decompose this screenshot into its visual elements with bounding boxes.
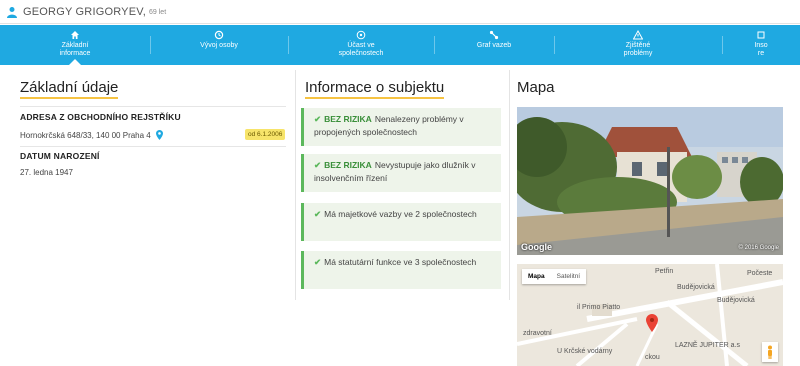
nav-divider bbox=[150, 36, 151, 54]
risk-badge: BEZ RIZIKA bbox=[324, 114, 372, 124]
column-divider bbox=[295, 70, 296, 300]
address-since-badge: od 6.1.2006 bbox=[245, 129, 286, 140]
street-view-photo[interactable]: Google © 2016 Google bbox=[517, 107, 783, 255]
info-card: ✔ BEZ RIZIKA Nenalezeny problémy v propoje… bbox=[301, 108, 501, 146]
street-view-pegman[interactable] bbox=[762, 342, 778, 362]
main-nav: Základní informace Vývoj osoby Účast ve … bbox=[0, 25, 800, 65]
street-label: Budějovická bbox=[677, 284, 715, 291]
insolvency-icon bbox=[757, 31, 765, 39]
street-label: ckou bbox=[645, 354, 660, 361]
street-label: Petřin bbox=[655, 268, 674, 275]
person-name: GEORGY GRIGORYEV, bbox=[23, 5, 147, 18]
birth-date-heading: DATUM NAROZENÍ bbox=[20, 151, 100, 161]
risk-badge: BEZ RIZIKA bbox=[324, 160, 372, 170]
check-icon: ✔ bbox=[314, 114, 322, 124]
street-view-image bbox=[517, 107, 783, 255]
basic-info-title: Základní údaje bbox=[20, 79, 119, 99]
check-icon: ✔ bbox=[314, 257, 322, 267]
street-label: U Krčské vodárny bbox=[557, 348, 613, 355]
card-text: Má statutární funkce ve 3 společnostech bbox=[324, 257, 477, 267]
divider bbox=[20, 146, 286, 147]
warning-icon bbox=[633, 30, 643, 40]
map-pin-icon[interactable] bbox=[155, 130, 163, 140]
history-icon bbox=[214, 30, 224, 40]
map-widget[interactable]: Mapa Satelitní Budějovická Budějovická P… bbox=[517, 264, 783, 366]
address-text: Hornokrčská 648/33, 140 00 Praha 4 bbox=[20, 130, 151, 140]
map-type-satellite[interactable]: Satelitní bbox=[551, 269, 587, 284]
pegman-icon bbox=[768, 345, 772, 359]
check-icon: ✔ bbox=[314, 160, 322, 170]
info-card: ✔ BEZ RIZIKA Nevystupuje jako dlužník v in… bbox=[301, 154, 501, 192]
street-label: Budějovická bbox=[717, 297, 755, 304]
location-marker-icon[interactable] bbox=[646, 314, 658, 332]
network-icon bbox=[356, 30, 366, 40]
photo-copyright: © 2016 Google bbox=[738, 245, 779, 251]
tab-basic-info[interactable]: Základní informace bbox=[0, 25, 150, 65]
user-icon bbox=[7, 6, 17, 18]
tab-detected-problems[interactable]: Zjištěné problémy bbox=[554, 25, 722, 65]
birth-date: 27. ledna 1947 bbox=[20, 168, 73, 177]
top-bar: GEORGY GRIGORYEV, 69 let bbox=[0, 0, 800, 24]
graph-icon bbox=[489, 30, 499, 40]
tab-company-participation[interactable]: Účast ve společnostech bbox=[288, 25, 434, 65]
map-type-toggle: Mapa Satelitní bbox=[522, 269, 587, 284]
person-age: 69 let bbox=[149, 9, 167, 16]
google-logo: Google bbox=[521, 242, 552, 252]
subject-info-title: Informace o subjektu bbox=[305, 79, 445, 99]
nav-divider bbox=[554, 36, 555, 54]
registry-address: Hornokrčská 648/33, 140 00 Praha 4 bbox=[20, 130, 163, 140]
home-icon bbox=[71, 31, 79, 39]
map-title: Mapa bbox=[517, 79, 555, 96]
nav-divider bbox=[288, 36, 289, 54]
divider bbox=[20, 106, 286, 107]
info-card: ✔ Má statutární funkce ve 3 společnostech bbox=[301, 251, 501, 289]
tab-insolvency[interactable]: Inso re bbox=[722, 25, 800, 65]
column-divider bbox=[509, 70, 510, 300]
card-text: Má majetkové vazby ve 2 společnostech bbox=[324, 209, 477, 219]
place-label: zdravotní bbox=[523, 330, 552, 337]
nav-divider bbox=[722, 36, 723, 54]
street-label: Počeste bbox=[747, 270, 773, 277]
tab-person-history[interactable]: Vývoj osoby bbox=[150, 25, 288, 65]
registry-address-heading: ADRESA Z OBCHODNÍHO REJSTŘÍKU bbox=[20, 112, 181, 122]
tab-relation-graph[interactable]: Graf vazeb bbox=[434, 25, 554, 65]
place-label: LAZNĚ JUPITER a.s bbox=[675, 342, 740, 349]
nav-divider bbox=[434, 36, 435, 54]
map-type-map[interactable]: Mapa bbox=[522, 269, 551, 284]
place-label: il Primo Piatto bbox=[577, 304, 621, 311]
info-card: ✔ Má majetkové vazby ve 2 společnostech bbox=[301, 203, 501, 241]
check-icon: ✔ bbox=[314, 209, 322, 219]
